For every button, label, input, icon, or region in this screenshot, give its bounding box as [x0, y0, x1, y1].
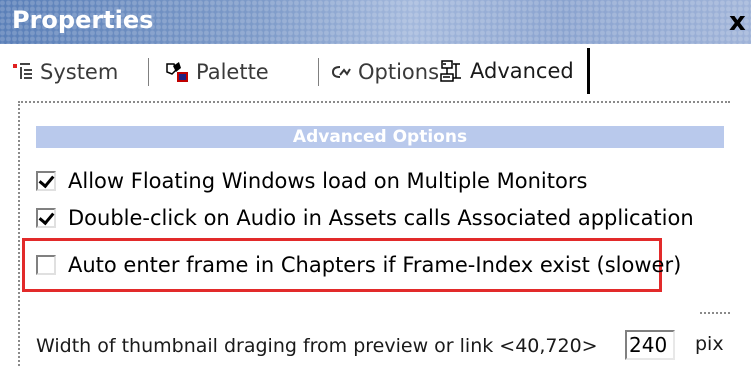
- close-icon[interactable]: x: [729, 6, 751, 38]
- tab-advanced-label: Advanced: [470, 59, 574, 83]
- tab-strip: System Palette Options Advanced: [0, 44, 751, 102]
- system-icon: [12, 61, 34, 83]
- auto-enter-frame-checkbox[interactable]: [36, 255, 56, 275]
- option-label: Auto enter frame in Chapters if Frame-In…: [68, 253, 682, 277]
- window-title: Properties: [12, 6, 154, 34]
- page-frame-top: [18, 101, 730, 103]
- page-frame-left: [18, 101, 20, 366]
- thumbnail-width-input[interactable]: [625, 330, 675, 360]
- floating-windows-checkbox[interactable]: [36, 171, 56, 191]
- group-separator: [700, 312, 730, 314]
- section-header: Advanced Options: [36, 126, 724, 148]
- options-icon: [330, 64, 352, 80]
- option-label: Allow Floating Windows load on Multiple …: [68, 169, 588, 193]
- tab-palette-label: Palette: [196, 60, 269, 84]
- tab-options[interactable]: Options: [330, 50, 439, 94]
- tab-separator: [148, 58, 152, 86]
- option-row[interactable]: Double-click on Audio in Assets calls As…: [36, 203, 694, 233]
- option-label: Double-click on Audio in Assets calls As…: [68, 206, 694, 230]
- option-row[interactable]: Auto enter frame in Chapters if Frame-In…: [36, 250, 681, 280]
- option-row[interactable]: Allow Floating Windows load on Multiple …: [36, 166, 587, 196]
- thumbnail-width-label: Width of thumbnail draging from preview …: [36, 335, 598, 357]
- tab-system-label: System: [40, 60, 119, 84]
- title-bar[interactable]: Properties x: [0, 0, 751, 44]
- audio-double-click-checkbox[interactable]: [36, 208, 56, 228]
- properties-window: Properties x System Palette Options Adva…: [0, 0, 751, 366]
- tab-advanced[interactable]: Advanced: [438, 46, 590, 96]
- tab-palette[interactable]: Palette: [164, 50, 269, 94]
- tab-separator: [318, 58, 322, 86]
- advanced-icon: [438, 58, 464, 84]
- tab-options-label: Options: [358, 60, 440, 84]
- tab-system[interactable]: System: [12, 50, 118, 94]
- thumbnail-width-unit: pix: [695, 333, 724, 355]
- palette-icon: [164, 60, 190, 84]
